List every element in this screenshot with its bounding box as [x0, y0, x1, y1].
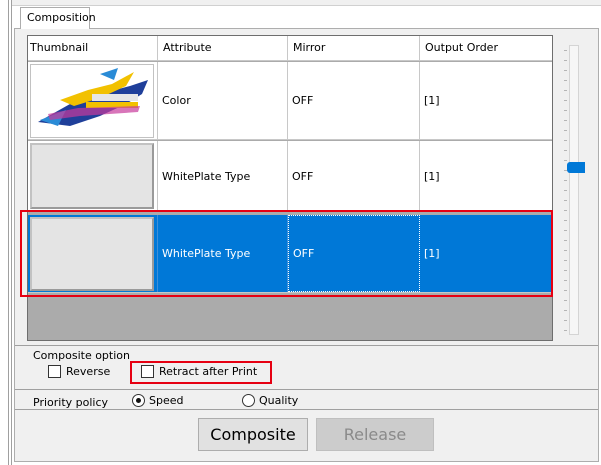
- reverse-checkbox[interactable]: Reverse: [48, 365, 110, 378]
- quality-radio-button[interactable]: [242, 394, 255, 407]
- slider-tick: [564, 310, 567, 311]
- mirror-cell: OFF: [288, 62, 420, 139]
- retract-option-highlight: [130, 361, 272, 384]
- slider-tick: [564, 100, 567, 101]
- slider-tick: [564, 330, 567, 331]
- release-button[interactable]: Release: [316, 418, 434, 451]
- zoom-slider-thumb[interactable]: [567, 162, 585, 173]
- tab-composition[interactable]: Composition: [20, 7, 96, 29]
- color-image-thumbnail-icon: [30, 63, 154, 138]
- window-border-inner: [11, 0, 12, 465]
- slider-tick: [564, 260, 567, 261]
- divider: [15, 409, 598, 410]
- thumbnail-cell: [28, 141, 158, 211]
- selected-row-highlight: [20, 210, 553, 297]
- speed-radio-button[interactable]: [132, 394, 145, 407]
- slider-tick: [564, 90, 567, 91]
- slider-tick: [564, 230, 567, 231]
- quality-radio[interactable]: Quality: [242, 394, 298, 407]
- column-header-thumbnail[interactable]: Thumbnail: [28, 36, 158, 61]
- reverse-label: Reverse: [66, 365, 111, 378]
- slider-tick: [564, 320, 567, 321]
- column-header-output-order[interactable]: Output Order: [420, 36, 552, 61]
- priority-policy-label: Priority policy: [33, 396, 109, 409]
- reverse-checkbox-box[interactable]: [48, 365, 61, 378]
- composite-button[interactable]: Composite: [198, 418, 308, 451]
- quality-label: Quality: [259, 394, 299, 407]
- table-row[interactable]: WhitePlate Type OFF [1]: [28, 141, 552, 212]
- top-strip: [12, 0, 601, 6]
- output-order-cell: [1]: [424, 94, 440, 107]
- grid-header: Thumbnail Attribute Mirror Output Order: [28, 36, 552, 61]
- zoom-slider-track[interactable]: [569, 45, 579, 335]
- slider-tick: [564, 120, 567, 121]
- slider-tick: [564, 110, 567, 111]
- mirror-cell: OFF: [288, 141, 420, 211]
- slider-tick: [564, 280, 567, 281]
- slider-tick: [564, 220, 567, 221]
- composite-option-label: Composite option: [33, 349, 130, 362]
- slider-tick: [564, 300, 567, 301]
- blank-thumbnail: [30, 143, 154, 209]
- slider-tick: [564, 290, 567, 291]
- divider: [15, 345, 598, 346]
- speed-label: Speed: [149, 394, 184, 407]
- slider-tick: [564, 150, 567, 151]
- slider-tick: [564, 190, 567, 191]
- table-row[interactable]: Color OFF [1]: [28, 62, 552, 140]
- slider-tick: [564, 60, 567, 61]
- attribute-cell: Color: [158, 62, 288, 139]
- slider-tick: [564, 240, 567, 241]
- column-header-attribute[interactable]: Attribute: [158, 36, 288, 61]
- slider-tick: [564, 80, 567, 81]
- speed-radio[interactable]: Speed: [132, 394, 183, 407]
- slider-tick: [564, 50, 567, 51]
- slider-tick: [564, 210, 567, 211]
- slider-tick: [564, 270, 567, 271]
- column-header-mirror[interactable]: Mirror: [288, 36, 420, 61]
- tab-composition-label: Composition: [27, 11, 96, 24]
- slider-tick: [564, 200, 567, 201]
- slider-tick: [564, 130, 567, 131]
- slider-tick: [564, 160, 567, 161]
- slider-tick: [564, 180, 567, 181]
- divider: [15, 389, 598, 390]
- thumbnail-cell: [28, 62, 158, 139]
- slider-tick: [564, 140, 567, 141]
- output-order-cell: [1]: [424, 169, 440, 183]
- window-border: [8, 0, 9, 465]
- slider-tick: [564, 70, 567, 71]
- slider-tick: [564, 250, 567, 251]
- attribute-cell: WhitePlate Type: [158, 141, 288, 211]
